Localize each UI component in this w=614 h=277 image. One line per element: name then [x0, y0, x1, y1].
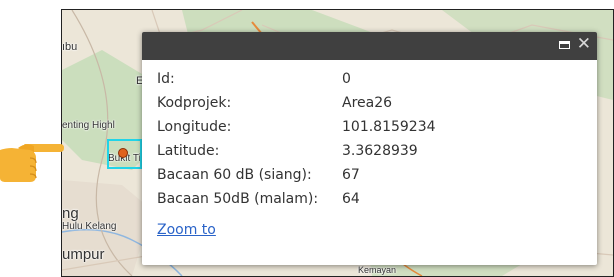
attribute-label: Bacaan 60 dB (siang): [157, 167, 312, 183]
attribute-value: 3.3628939 [342, 143, 418, 159]
attribute-row: Bacaan 60 dB (siang): 67 [157, 163, 597, 187]
popup-content: Id: 0 Kodprojek: Area26 Longitude: 101.8… [142, 60, 597, 238]
attribute-label: Id: [157, 71, 175, 87]
map-label-kemayan: Kemayan [358, 265, 397, 275]
attribute-row: Latitude: 3.3628939 [157, 139, 597, 163]
map-view[interactable]: ıbu E enting Highl Bukit Ti ng Hulu Kela… [61, 9, 614, 277]
attribute-value: 0 [342, 71, 351, 87]
attribute-label: Longitude: [157, 119, 232, 135]
map-label-town: ıbu [62, 41, 78, 53]
map-label-kuala-lumpur: umpur [62, 246, 105, 263]
feature-popup: ✕ Id: 0 Kodprojek: Area26 Longitude: 101… [142, 32, 597, 265]
attribute-label: Kodprojek: [157, 95, 232, 111]
attribute-row: Bacaan 50dB (malam): 64 [157, 187, 597, 211]
close-icon[interactable]: ✕ [577, 36, 591, 53]
zoom-to-link[interactable]: Zoom to [157, 222, 216, 238]
pointing-hand-icon [0, 144, 64, 182]
attribute-value: 67 [342, 167, 360, 183]
attribute-value: 101.8159234 [342, 119, 436, 135]
popup-titlebar: ✕ [142, 32, 597, 60]
attribute-value: Area26 [342, 95, 393, 111]
map-label-hulu-kelang: Hulu Kelang [62, 221, 117, 232]
map-label-genting-highlands: enting Highl [62, 120, 115, 131]
attribute-row: Kodprojek: Area26 [157, 91, 597, 115]
attribute-row: Longitude: 101.8159234 [157, 115, 597, 139]
attribute-label: Bacaan 50dB (malam): [157, 191, 319, 207]
attribute-value: 64 [342, 191, 360, 207]
maximize-icon[interactable] [559, 41, 570, 49]
location-marker[interactable] [118, 148, 128, 158]
attribute-label: Latitude: [157, 143, 220, 159]
attribute-row: Id: 0 [157, 67, 597, 91]
map-label-ng: ng [62, 205, 79, 222]
